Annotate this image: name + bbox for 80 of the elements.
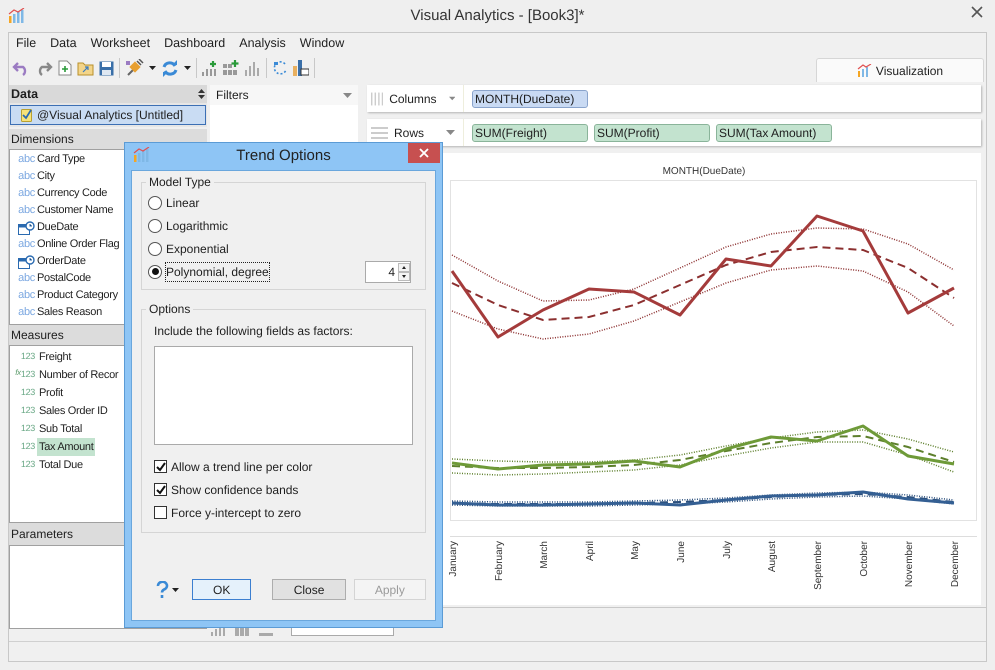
month-label: August: [767, 541, 778, 572]
month-label: December: [950, 541, 961, 588]
shelf-label: Rows: [394, 124, 424, 142]
field-item[interactable]: Number of Recor: [37, 366, 120, 384]
month-label: May: [630, 541, 641, 560]
menu-item[interactable]: Dashboard: [164, 34, 226, 55]
radio-label[interactable]: Linear: [166, 194, 200, 212]
field-item[interactable]: Sales Reason: [37, 304, 102, 321]
menu-item[interactable]: Window: [300, 34, 344, 55]
type-label: 123: [20, 422, 35, 436]
type-label: abc: [18, 288, 35, 304]
formula-label: fx: [15, 366, 21, 378]
field-item[interactable]: DueDate: [37, 219, 78, 236]
panel-title: Data: [11, 86, 38, 103]
field-item[interactable]: Online Order Flag: [37, 236, 120, 253]
month-label: July: [722, 541, 733, 559]
menu-item[interactable]: Data: [50, 34, 77, 55]
menu-item[interactable]: Worksheet: [90, 34, 150, 55]
field-pill[interactable]: SUM(Tax Amount): [716, 124, 832, 142]
checkbox-label[interactable]: Show confidence bands: [171, 480, 298, 498]
month-label: March: [539, 541, 550, 569]
type-label: abc: [18, 152, 35, 168]
type-label: abc: [18, 305, 35, 320]
month-label: January: [448, 541, 459, 577]
field-pill[interactable]: MONTH(DueDate): [472, 90, 588, 108]
window-title: Visual Analytics - [Book3]*: [410, 6, 584, 26]
field-item[interactable]: Customer Name: [37, 202, 114, 219]
field-item[interactable]: Sub Total: [37, 420, 84, 438]
radio-label[interactable]: Polynomial, degree: [166, 262, 269, 280]
data-source-item[interactable]: @Visual Analytics [Untitled]: [10, 105, 206, 125]
field-item[interactable]: Tax Amount: [37, 438, 96, 456]
month-label: October: [859, 541, 870, 577]
field-item[interactable]: Product Category: [37, 287, 118, 304]
type-label: 123: [20, 404, 35, 418]
month-label: September: [813, 541, 824, 590]
section-title: Dimensions: [11, 131, 74, 148]
factors-label: Include the following fields as factors:: [154, 323, 354, 340]
dialog-title: Trend Options: [236, 146, 331, 166]
dialog-button[interactable]: Close: [272, 579, 346, 600]
radio-label[interactable]: Exponential: [166, 240, 229, 258]
type-label: abc: [18, 271, 35, 286]
type-label: abc: [18, 186, 35, 202]
type-label: abc: [18, 237, 35, 252]
field-item[interactable]: Total Due: [37, 456, 85, 474]
panel-title: Filters: [216, 87, 249, 104]
field-item[interactable]: OrderDate: [37, 253, 86, 270]
type-label: abc: [18, 203, 35, 218]
menu-item[interactable]: File: [16, 34, 36, 55]
axis-title: MONTH(DueDate): [662, 166, 746, 177]
radio-label[interactable]: Logarithmic: [166, 216, 228, 234]
type-label: 123: [20, 368, 35, 382]
field-item[interactable]: City: [37, 168, 55, 185]
field-item[interactable]: Freight: [37, 348, 74, 366]
field-item[interactable]: Currency Code: [37, 185, 108, 202]
month-label: June: [676, 541, 687, 563]
type-label: 123: [20, 458, 35, 472]
dialog-button[interactable]: OK: [192, 579, 252, 600]
month-label: November: [904, 541, 915, 588]
month-label: February: [494, 541, 505, 582]
visualization-tab[interactable]: Visualization: [816, 58, 984, 82]
group-title: Options: [148, 301, 192, 318]
checkbox-label[interactable]: Allow a trend line per color: [171, 458, 312, 476]
field-pill[interactable]: SUM(Freight): [472, 124, 588, 142]
degree-spinner[interactable]: 4: [365, 260, 411, 282]
section-title: Parameters: [11, 526, 74, 543]
shelf-label: Columns: [389, 90, 437, 108]
field-item[interactable]: Card Type: [37, 151, 85, 168]
group-title: Model Type: [148, 174, 212, 191]
menu-item[interactable]: Analysis: [239, 34, 286, 55]
field-item[interactable]: Sales Order ID: [37, 402, 110, 420]
section-title: Measures: [11, 327, 64, 344]
type-label: abc: [18, 169, 35, 184]
checkbox-label[interactable]: Force y-intercept to zero: [171, 504, 302, 522]
field-item[interactable]: PostalCode: [37, 270, 91, 287]
field-item[interactable]: Profit: [37, 384, 65, 402]
month-label: April: [585, 541, 596, 562]
type-label: 123: [20, 386, 35, 400]
type-label: 123: [20, 440, 35, 454]
field-pill[interactable]: SUM(Profit): [594, 124, 710, 142]
type-label: 123: [20, 350, 35, 364]
